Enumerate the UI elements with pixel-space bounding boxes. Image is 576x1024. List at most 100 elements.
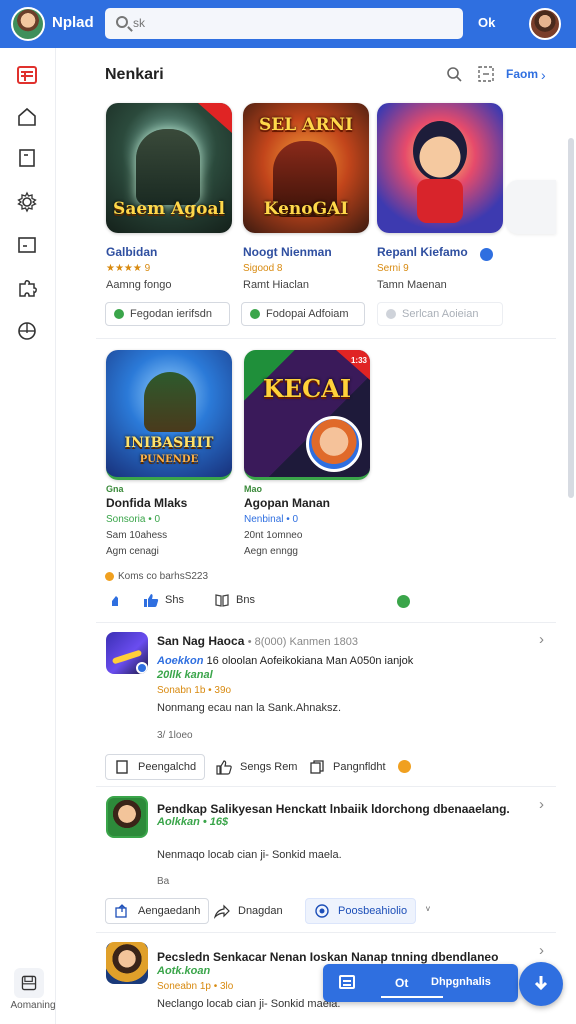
post-action-label: Poosbeahiolio [338, 905, 408, 917]
character-badge [306, 416, 362, 472]
user-avatar[interactable] [529, 8, 561, 40]
app-thumbnail[interactable] [377, 103, 503, 233]
toolbar-text-button[interactable]: Dhpgnhalis [431, 976, 491, 988]
scrollbar[interactable] [568, 138, 574, 498]
post-tag: 20llk kanal [157, 669, 213, 681]
app-action-button[interactable]: Fodopai Adfoiam [241, 302, 365, 326]
puzzle-icon[interactable] [14, 275, 40, 301]
record-icon [315, 904, 329, 918]
like-button[interactable]: Shs [143, 592, 184, 608]
app-action-button[interactable]: Serlcan Aoieian [377, 302, 503, 326]
bookmark-icon [116, 760, 128, 774]
app-subtitle: Aamng fongo [106, 279, 172, 291]
divider [96, 338, 556, 339]
more-card-peek[interactable] [506, 180, 556, 234]
grid-view-icon[interactable] [478, 66, 494, 82]
post-count: 3/ 1loeo [157, 730, 193, 741]
chevron-right-icon[interactable]: › [539, 631, 544, 648]
app-card[interactable]: 1:33 KECAI Mao Agopan Manan Nenbinal • 0… [244, 350, 374, 557]
post-action-button[interactable]: Aengaedanh [105, 898, 210, 924]
book-icon [215, 594, 229, 607]
app-name[interactable]: Noogt Nienman [243, 245, 373, 259]
chevron-right-icon[interactable]: › [541, 67, 546, 83]
post-action-button[interactable]: Peengalchd [105, 754, 206, 780]
document-icon[interactable] [14, 232, 40, 258]
top-bar: Nplad Ok [0, 0, 576, 48]
divider [96, 932, 556, 933]
app-thumbnail[interactable]: Saem Agoal [106, 103, 232, 233]
home-icon[interactable] [14, 104, 40, 130]
thumb-icon [112, 596, 118, 606]
hero-figure [136, 129, 200, 205]
chevron-right-icon[interactable]: › [539, 796, 544, 813]
thumbnail-title: Saem Agoal [113, 199, 225, 219]
post-line: Aoekkon 16 oloolan Aofeikokiana Man A050… [157, 655, 413, 667]
corner-ribbon [198, 103, 232, 133]
app-card[interactable]: Repanl Kiefamo Serni 9 Tamn Maenan [377, 103, 507, 291]
expand-icon[interactable]: ᵛ [426, 903, 430, 917]
post-app-icon[interactable] [106, 632, 148, 674]
post-action-button[interactable]: Poosbeahiolio [305, 898, 417, 924]
share-box-icon [115, 904, 127, 918]
app-thumbnail[interactable]: INIBASHIT PUNENDE [106, 350, 232, 480]
post-line-text: 16 oloolan Aofeikokiana Man A050n ianjok [206, 655, 414, 667]
like-label: Shs [165, 594, 184, 606]
section-link[interactable]: Faom [506, 67, 538, 81]
app-name[interactable]: Galbidan [106, 245, 236, 259]
save-icon[interactable] [14, 968, 44, 998]
post-action-label: Peengalchd [138, 761, 197, 773]
divider [96, 622, 556, 623]
post-action-label: Sengs Rem [240, 761, 298, 773]
like-outline-icon [216, 760, 232, 775]
thumbnail-title: KenoGAI [263, 199, 349, 219]
post-tag: Aotk.koan [157, 965, 211, 977]
share-button[interactable]: Bns [214, 592, 255, 608]
settings-icon[interactable] [14, 189, 40, 215]
app-thumbnail[interactable]: 1:33 KECAI [244, 350, 370, 480]
app-subtitle: Tamn Maenan [377, 279, 447, 291]
post-accent: Aoekkon [157, 655, 204, 667]
app-card[interactable]: INIBASHIT PUNENDE Gna Donfida Mlaks Sons… [106, 350, 236, 557]
toolbar-ok-button[interactable]: Ot [395, 976, 408, 990]
post-body: Nonmang ecau nan la Sank.Ahnaksz. [157, 702, 342, 714]
rail-feed-icon[interactable] [14, 62, 40, 88]
selection-underline [381, 996, 443, 998]
download-fab[interactable] [519, 962, 563, 1006]
post-action-button[interactable]: Dnagdan [214, 898, 283, 924]
page-icon[interactable] [14, 145, 40, 171]
post-stats: Soneabn 1p • 3lo [157, 981, 234, 992]
chevron-right-icon[interactable]: › [539, 942, 544, 959]
profile-avatar[interactable] [11, 7, 45, 41]
post-title[interactable]: Pendkap Salikyesan Henckatt lnbaiik ldor… [157, 802, 510, 816]
app-action-button[interactable]: Fegodan ierifsdn [105, 302, 230, 326]
left-rail [0, 48, 56, 1024]
post-action-button[interactable]: Sengs Rem [216, 754, 297, 780]
post-app-icon[interactable] [106, 942, 148, 984]
app-thumbnail[interactable]: SEL ARNI KenoGAI [243, 103, 369, 233]
globe-icon[interactable] [14, 318, 40, 344]
list-icon[interactable] [339, 975, 355, 989]
rail-bottom-label: Aomaning [10, 1000, 56, 1011]
app-rating: Serni 9 [377, 263, 409, 274]
post-body: Nenmaqo locab cian ji- Sonkid maela. [157, 849, 342, 861]
app-name[interactable]: Donfida Mlaks [106, 496, 236, 510]
app-subtitle: Agm cenagi [106, 546, 159, 557]
search-box[interactable] [105, 8, 463, 39]
heart-react-button[interactable] [110, 592, 132, 608]
app-meta: Nenbinal • 0 [244, 514, 299, 525]
app-action-label: Serlcan Aoieian [402, 308, 479, 320]
section-search-icon[interactable] [446, 66, 462, 82]
app-name[interactable]: Agopan Manan [244, 496, 374, 510]
like-icon [144, 594, 159, 607]
post-app-icon[interactable] [106, 796, 148, 838]
post-title[interactable]: Pecsledn Senkacar Nenan Ioskan Nanap tnn… [157, 950, 498, 964]
thumbnail-top-title: SEL ARNI [259, 115, 353, 135]
post-title[interactable]: San Nag Haoca • 8(000) Kanmen 1803 [157, 634, 358, 648]
app-subtitle: Aegn enngg [244, 546, 298, 557]
search-input[interactable] [133, 14, 433, 32]
post-action-label: Aengaedanh [138, 905, 201, 917]
post-action-button[interactable]: Pangnfldht [309, 754, 386, 780]
ok-button[interactable]: Ok [478, 15, 495, 30]
app-card[interactable]: Saem Agoal Galbidan ★★★★ 9 Aamng fongo [106, 103, 236, 291]
app-card[interactable]: SEL ARNI KenoGAI Noogt Nienman Sigood 8 … [243, 103, 373, 291]
